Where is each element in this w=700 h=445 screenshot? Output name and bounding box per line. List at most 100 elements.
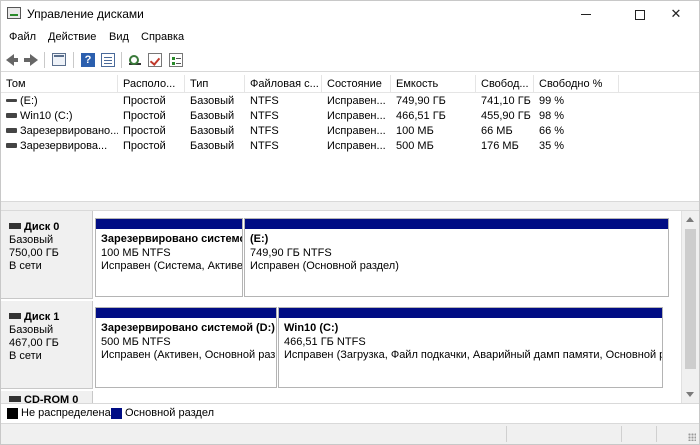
scrollbar-thumb[interactable] xyxy=(685,229,696,369)
column-header-volume[interactable]: Том xyxy=(1,75,118,93)
back-icon xyxy=(6,54,18,66)
volume-row[interactable]: Win10 (C:) Простой Базовый NTFS Исправен… xyxy=(1,109,699,124)
vertical-scrollbar[interactable] xyxy=(681,211,699,403)
column-header-layout[interactable]: Располо... xyxy=(118,75,185,93)
window-title: Управление дисками xyxy=(27,7,144,21)
volume-name: Зарезервировано... xyxy=(20,125,118,137)
legend-unallocated-swatch xyxy=(7,408,18,419)
minimize-button[interactable] xyxy=(563,1,609,27)
disk-label[interactable]: Диск 1 Базовый 467,00 ГБ В сети xyxy=(1,301,93,389)
disk-size: 750,00 ГБ xyxy=(9,247,59,259)
scroll-up-icon[interactable] xyxy=(686,217,694,222)
partition-name: Зарезервировано системой xyxy=(101,233,242,245)
volume-free: 741,10 ГБ xyxy=(481,95,531,107)
legend: Не распределена Основной раздел xyxy=(1,403,699,423)
menu-action[interactable]: Действие xyxy=(48,31,96,43)
disk-state: В сети xyxy=(9,260,42,272)
minimize-icon xyxy=(581,14,591,16)
console-tree-button[interactable] xyxy=(51,52,67,68)
partition-details: Зарезервировано системой 100 МБ NTFS Исп… xyxy=(96,229,242,274)
status-divider xyxy=(621,426,622,442)
partition-status: Исправен (Система, Активе xyxy=(101,260,242,272)
back-button[interactable] xyxy=(5,52,21,68)
scroll-down-icon[interactable] xyxy=(686,392,694,397)
volume-filesystem: NTFS xyxy=(250,110,279,122)
volume-name-cell: Зарезервировано... xyxy=(1,124,118,139)
properties-button[interactable] xyxy=(168,52,184,68)
menu-file[interactable]: Файл xyxy=(9,31,36,43)
disk-graphical-view: Диск 0 Базовый 750,00 ГБ В сети Зарезерв… xyxy=(1,211,681,403)
volume-free-percent: 99 % xyxy=(539,95,565,107)
partition-details: (E:) 749,90 ГБ NTFS Исправен (Основной р… xyxy=(245,229,668,274)
volume-type: Базовый xyxy=(190,110,235,122)
column-header-free[interactable]: Свобод... xyxy=(476,75,534,93)
check-button[interactable] xyxy=(147,52,163,68)
disk-size: 467,00 ГБ xyxy=(9,337,59,349)
close-button[interactable]: ✕ xyxy=(653,1,699,27)
legend-unallocated-label: Не распределена xyxy=(21,407,111,419)
volume-free-percent: 35 % xyxy=(539,140,565,152)
maximize-icon xyxy=(635,9,645,20)
disk-label[interactable]: Диск 0 Базовый 750,00 ГБ В сети xyxy=(1,211,93,299)
status-bar xyxy=(1,423,699,444)
disk-state: В сети xyxy=(9,350,42,362)
volume-status: Исправен... xyxy=(327,125,386,137)
disk-icon xyxy=(9,223,21,230)
volume-row[interactable]: Зарезервирова... Простой Базовый NTFS Ис… xyxy=(1,139,699,154)
partition-size: 466,51 ГБ NTFS xyxy=(284,335,366,348)
volume-layout: Простой xyxy=(123,95,166,107)
menu-bar: Файл Действие Вид Справка xyxy=(1,27,699,47)
volume-layout: Простой xyxy=(123,125,166,137)
partition-system-reserved-d[interactable]: Зарезервировано системой (D:) 500 МБ NTF… xyxy=(95,307,277,388)
cdrom-icon xyxy=(9,396,21,403)
disk-row: Диск 1 Базовый 467,00 ГБ В сети Зарезерв… xyxy=(1,301,681,389)
partition-status: Исправен (Основной раздел) xyxy=(250,260,399,272)
list-view-icon xyxy=(101,53,115,67)
pane-splitter[interactable] xyxy=(1,201,699,211)
toolbar: ? xyxy=(1,48,699,72)
partition-e[interactable]: (E:) 749,90 ГБ NTFS Исправен (Основной р… xyxy=(244,218,669,297)
disk-name: Диск 0 xyxy=(24,221,60,233)
volume-name-cell: Win10 (C:) xyxy=(1,109,118,124)
status-divider xyxy=(506,426,507,442)
volume-row[interactable]: Зарезервировано... Простой Базовый NTFS … xyxy=(1,124,699,139)
legend-primary-label: Основной раздел xyxy=(125,407,214,419)
volume-name: Win10 (C:) xyxy=(20,110,73,122)
volume-type: Базовый xyxy=(190,95,235,107)
toolbar-separator xyxy=(44,52,45,68)
check-icon xyxy=(148,53,162,67)
forward-button[interactable] xyxy=(23,52,39,68)
disk-management-icon xyxy=(7,7,21,19)
column-header-free-percent[interactable]: Свободно % xyxy=(534,75,619,93)
partition-size: 500 МБ NTFS xyxy=(101,335,171,348)
partition-c[interactable]: Win10 (C:) 466,51 ГБ NTFS Исправен (Загр… xyxy=(278,307,663,388)
menu-view[interactable]: Вид xyxy=(109,31,129,43)
disk-row: Диск 0 Базовый 750,00 ГБ В сети Зарезерв… xyxy=(1,211,681,299)
partition-bar xyxy=(96,219,242,229)
volume-name: (E:) xyxy=(20,95,38,107)
column-header-capacity[interactable]: Емкость xyxy=(391,75,476,93)
column-header-type[interactable]: Тип xyxy=(185,75,245,93)
menu-help[interactable]: Справка xyxy=(141,31,184,43)
volume-row[interactable]: (E:) Простой Базовый NTFS Исправен... 74… xyxy=(1,94,699,109)
partition-system-reserved[interactable]: Зарезервировано системой 100 МБ NTFS Исп… xyxy=(95,218,243,297)
partition-name: Зарезервировано системой (D:) xyxy=(101,322,275,334)
volume-name-cell: (E:) xyxy=(1,94,118,109)
resize-grip[interactable] xyxy=(688,433,696,441)
connect-disk-button[interactable] xyxy=(127,52,143,68)
list-view-button[interactable] xyxy=(100,52,116,68)
column-header-status[interactable]: Состояние xyxy=(322,75,391,93)
volume-name: Зарезервирова... xyxy=(20,140,108,152)
disk-type: Базовый xyxy=(9,324,54,336)
title-bar: Управление дисками ✕ xyxy=(1,1,699,27)
volume-layout: Простой xyxy=(123,140,166,152)
legend-primary-swatch xyxy=(111,408,122,419)
disk-management-window: Управление дисками ✕ Файл Действие Вид С… xyxy=(0,0,700,445)
column-header-filesystem[interactable]: Файловая с... xyxy=(245,75,322,93)
volume-name-cell: Зарезервирова... xyxy=(1,139,118,154)
disk-label[interactable]: CD-ROM 0 xyxy=(1,391,93,403)
connect-disk-icon xyxy=(129,55,141,65)
help-button[interactable]: ? xyxy=(80,52,96,68)
volume-icon xyxy=(6,112,17,118)
partition-bar xyxy=(96,308,276,318)
